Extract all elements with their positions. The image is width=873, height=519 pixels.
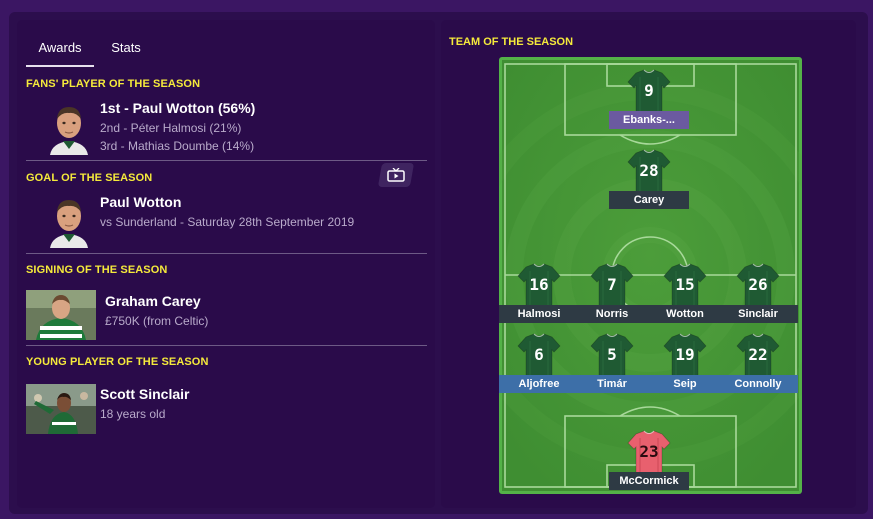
young-player-detail: 18 years old <box>100 407 166 421</box>
shirt-number: 23 <box>639 442 659 461</box>
shirt-number: 5 <box>607 345 617 364</box>
section-divider <box>26 160 427 161</box>
player-name-label[interactable]: Timár <box>572 375 652 393</box>
player-name-label[interactable]: Wotton <box>645 305 725 323</box>
signing-player-name[interactable]: Graham Carey <box>105 293 201 309</box>
player-name-label[interactable]: Carey <box>609 191 689 209</box>
player-name-label[interactable]: Norris <box>572 305 652 323</box>
player-face-icon <box>46 99 92 155</box>
awards-panel: Awards Stats FANS' PLAYER OF THE SEASON … <box>17 20 435 508</box>
goal-player-name[interactable]: Paul Wotton <box>100 194 181 210</box>
formation-pitch: 9 Ebanks-... 28 Carey 16 Halmosi 7 Norris 15 Wott… <box>499 57 802 494</box>
tv-icon <box>387 168 405 182</box>
player-name-label[interactable]: Ebanks-... <box>609 111 689 129</box>
shirt-number: 15 <box>675 275 695 294</box>
young-player-name[interactable]: Scott Sinclair <box>100 386 189 402</box>
player-name-label[interactable]: Aljofree <box>499 375 579 393</box>
player-name-label[interactable]: Seip <box>645 375 725 393</box>
player-photo-icon <box>26 384 96 434</box>
shirt-number: 9 <box>644 81 654 100</box>
section-divider <box>26 253 427 254</box>
fans-player-title: FANS' PLAYER OF THE SEASON <box>26 78 201 90</box>
shirt-number: 26 <box>748 275 768 294</box>
shirt-number: 22 <box>748 345 768 364</box>
team-of-season-panel: TEAM OF THE SEASON 9 Ebanks-... 28 Carey… <box>441 20 856 508</box>
goal-detail: vs Sunderland - Saturday 28th September … <box>100 215 355 229</box>
shirt-number: 16 <box>529 275 549 294</box>
section-divider <box>26 345 427 346</box>
shirt-number: 6 <box>534 345 544 364</box>
young-player-title: YOUNG PLAYER OF THE SEASON <box>26 356 209 368</box>
tab-awards[interactable]: Awards <box>26 38 94 68</box>
graham-carey-photo[interactable] <box>26 290 96 340</box>
signing-of-season-title: SIGNING OF THE SEASON <box>26 264 168 276</box>
team-of-season-title: TEAM OF THE SEASON <box>449 36 574 48</box>
player-face-icon <box>46 192 92 248</box>
active-tab-indicator <box>26 65 94 67</box>
goal-of-season-title: GOAL OF THE SEASON <box>26 172 153 184</box>
shirt-number: 19 <box>675 345 695 364</box>
player-photo-icon <box>26 290 96 340</box>
signing-detail: £750K (from Celtic) <box>105 314 209 328</box>
player-name-label[interactable]: McCormick <box>609 472 689 490</box>
fans-player-third: 3rd - Mathias Doumbe (14%) <box>100 139 255 153</box>
play-video-button[interactable] <box>377 163 415 187</box>
paul-wotton-avatar[interactable] <box>46 99 92 155</box>
shirt-number: 7 <box>607 275 617 294</box>
fans-player-first[interactable]: 1st - Paul Wotton (56%) <box>100 100 255 116</box>
player-name-label[interactable]: Halmosi <box>499 305 579 323</box>
scott-sinclair-photo[interactable] <box>26 384 96 434</box>
player-name-label[interactable]: Sinclair <box>718 305 798 323</box>
shirt-number: 28 <box>639 161 659 180</box>
fans-player-second: 2nd - Péter Halmosi (21%) <box>100 121 242 135</box>
player-name-label[interactable]: Connolly <box>718 375 798 393</box>
tab-stats[interactable]: Stats <box>104 38 148 68</box>
paul-wotton-goal-avatar[interactable] <box>46 192 92 248</box>
